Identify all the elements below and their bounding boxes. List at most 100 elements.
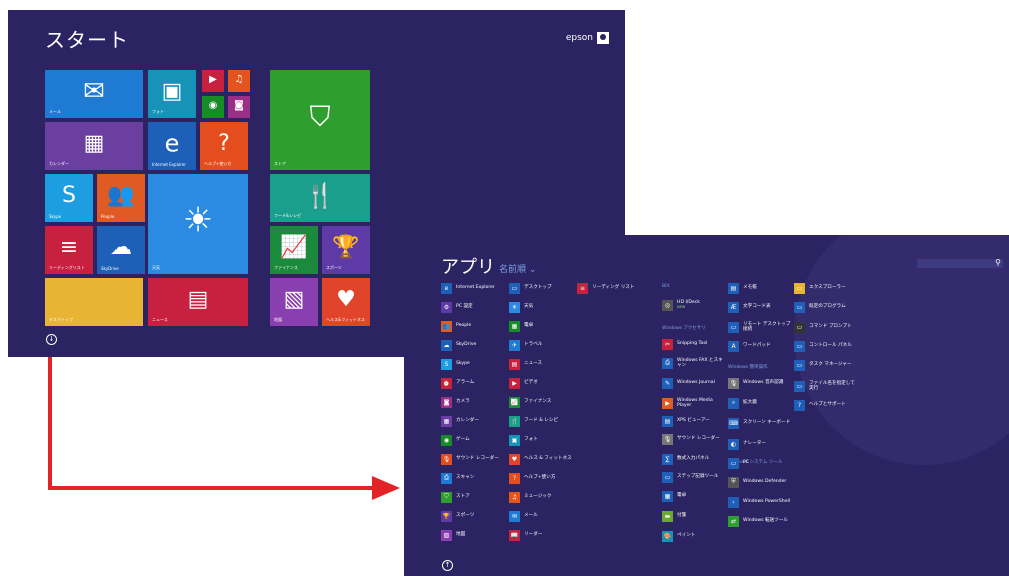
sort-dropdown[interactable]: 名前順 ⌄ (499, 262, 536, 275)
app-list-item[interactable]: ⎙ Windows FAX とスキャン (662, 357, 725, 369)
arrow-connector (48, 486, 380, 490)
app-list-item[interactable]: ☁ SkyDrive (441, 339, 504, 351)
skype-icon: S (62, 182, 76, 208)
tile-store[interactable]: ⛉ ストア (270, 70, 370, 170)
app-list-item[interactable]: ≡ リーディング リスト (577, 282, 640, 294)
app-list-item[interactable]: 📖 リーダー (509, 529, 572, 541)
app-list-item[interactable]: ◙ カメラ (441, 396, 504, 408)
app-list-item[interactable]: 🎨 ペイント (662, 530, 725, 542)
tile-video[interactable]: ▶ (202, 70, 224, 92)
app-list-item[interactable]: 📈 ファイナンス (509, 396, 572, 408)
app-list-item[interactable]: ✎ Windows Journal (662, 377, 725, 389)
search-input[interactable]: ⚲ (917, 258, 1003, 268)
app-list-item[interactable]: ▭ エクスプローラー (794, 282, 857, 294)
app-list-item[interactable]: ▭ デスクトップ (509, 282, 572, 294)
tile-desktop[interactable]: デスクトップ (45, 278, 143, 326)
app-list-item[interactable]: ⏰ アラーム (441, 377, 504, 389)
app-list-item[interactable]: ? ヘルプとサポート (794, 399, 857, 411)
tile-sports[interactable]: 🏆 スポーツ (322, 226, 370, 274)
app-list-item[interactable]: ♫ ミュージック (509, 491, 572, 503)
tile-weather[interactable]: ☀ 天気 (148, 174, 248, 274)
app-label: Windows FAX とスキャン (677, 357, 723, 369)
app-list-item[interactable]: ∑ 数式入力パネル (662, 453, 725, 465)
app-list-item[interactable]: 🍴 フード & レシピ (509, 415, 572, 427)
app-list-item[interactable]: ☀ 天気 (509, 301, 572, 313)
app-list-item[interactable]: ⌨ スクリーン キーボード (728, 417, 791, 429)
app-list-item[interactable]: ⌕ 拡大鏡 (728, 397, 791, 409)
app-list-item[interactable]: ⚙ PC 設定 (441, 301, 504, 313)
app-list-item[interactable]: ? ヘルプ+使い方 (509, 472, 572, 484)
app-list-item[interactable]: ▶ Windows Media Player (662, 397, 725, 409)
app-icon: ♫ (509, 491, 520, 503)
app-list-item[interactable]: ▦ 電卓 (662, 490, 725, 502)
apps-down-arrow-icon[interactable]: ↓ (46, 334, 57, 345)
app-icon: ⎙ (662, 357, 673, 369)
app-list-item[interactable]: ▭ リモート デスクトップ接続 (728, 321, 791, 333)
app-list-item[interactable]: ▭ タスク マネージャー (794, 359, 857, 371)
tile-people[interactable]: 👥 People (97, 174, 145, 222)
app-list-item[interactable]: ✉ メール (509, 510, 572, 522)
tile-calendar[interactable]: ▦ カレンダー (45, 122, 143, 170)
app-list-item[interactable]: ▤ ニュース (509, 358, 572, 370)
app-list-item[interactable]: ▦ カレンダー (441, 415, 504, 427)
tile-food[interactable]: 🍴 フード&レシピ (270, 174, 370, 222)
tile-photos[interactable]: ▣ フォト (148, 70, 196, 118)
app-list-item[interactable]: 🏆 スポーツ (441, 510, 504, 522)
app-list-item[interactable]: ▭ コントロール パネル (794, 340, 857, 352)
app-list-item[interactable]: e Internet Explorer (441, 282, 504, 294)
tile-skydrive[interactable]: ☁ SkyDrive (97, 226, 145, 274)
app-list-item[interactable]: ▭ 既定のプログラム (794, 301, 857, 313)
app-list-item[interactable]: ⇄ Windows 転送ツール (728, 515, 791, 527)
tile-music[interactable]: ♫ (228, 70, 250, 92)
app-label: アラーム (456, 380, 475, 386)
app-list-item[interactable]: ▭ コマンド プロンプト (794, 321, 857, 333)
app-list-item[interactable]: ▣ フォト (509, 434, 572, 446)
tile-help[interactable]: ? ヘルプ+使い方 (200, 122, 248, 170)
app-list-item[interactable]: ✂ Snipping Tool (662, 338, 725, 350)
app-list-item[interactable]: 👥 People (441, 320, 504, 332)
tile-maps[interactable]: ▧ 地図 (270, 278, 318, 326)
app-list-item[interactable]: ▤ XPS ビューアー (662, 415, 725, 427)
app-list-item[interactable]: 🎙 Windows 音声認識 (728, 377, 791, 389)
tile-health[interactable]: ♥ ヘルス&フィットネス (322, 278, 370, 326)
tile-mail[interactable]: ✉ メール (45, 70, 143, 118)
app-list-item[interactable]: ◎ HD I/Deck NEW (662, 299, 725, 311)
app-label: エクスプローラー (809, 285, 846, 291)
app-label: People (456, 323, 472, 329)
app-label: ヘルプとサポート (809, 402, 846, 408)
app-list-item[interactable]: ▭ ファイル名を指定して実行 (794, 380, 857, 392)
tile-games[interactable]: ◉ (202, 96, 224, 118)
tile-reading[interactable]: ≡ リーディングリスト (45, 226, 93, 274)
app-list-item[interactable]: 🎙 サウンド レコーダー (662, 433, 725, 445)
tile-ie[interactable]: e Internet Explorer (148, 122, 196, 170)
app-list-item[interactable]: ⛨ Windows Defender (728, 476, 791, 488)
tile-news[interactable]: ▤ ニュース (148, 278, 248, 326)
app-list-item[interactable]: Æ 文字コード表 (728, 301, 791, 313)
app-list-item[interactable]: ▧ 地図 (441, 529, 504, 541)
app-icon: ? (509, 472, 520, 484)
app-list-item[interactable]: ▦ 電卓 (509, 320, 572, 332)
app-list-item[interactable]: ◉ ゲーム (441, 434, 504, 446)
app-list-item[interactable]: ▭ ステップ記録ツール (662, 471, 725, 483)
tile-skype[interactable]: S Skype (45, 174, 93, 222)
app-list-item[interactable]: S Skype (441, 358, 504, 370)
app-list-item[interactable]: ♥ ヘルス & フィットネス (509, 453, 572, 465)
app-list-item[interactable]: ▬ 付箋 (662, 510, 725, 522)
tile-finance[interactable]: 📈 ファイナンス (270, 226, 318, 274)
search-icon[interactable]: ⚲ (995, 258, 1001, 267)
app-list-item[interactable]: ▭ PC (728, 457, 791, 469)
app-icon: 👥 (441, 320, 452, 332)
app-list-item[interactable]: A ワードパッド (728, 340, 791, 352)
app-list-item[interactable]: › Windows PowerShell (728, 496, 791, 508)
app-list-item[interactable]: ✈ トラベル (509, 339, 572, 351)
tile-camera[interactable]: ◙ (228, 96, 250, 118)
app-list-item[interactable]: ◐ ナレーター (728, 438, 791, 450)
app-list-item[interactable]: 🎙 サウンド レコーダー (441, 453, 504, 465)
app-list-item[interactable]: ⛉ ストア (441, 491, 504, 503)
apps-title: アプリ (441, 257, 495, 278)
app-list-item[interactable]: ▶ ビデオ (509, 377, 572, 389)
user-account[interactable]: epson (566, 32, 609, 44)
start-up-arrow-icon[interactable]: ↑ (442, 560, 453, 571)
app-list-item[interactable]: ⎙ スキャン (441, 472, 504, 484)
app-list-item[interactable]: ▤ メモ帳 (728, 282, 791, 294)
